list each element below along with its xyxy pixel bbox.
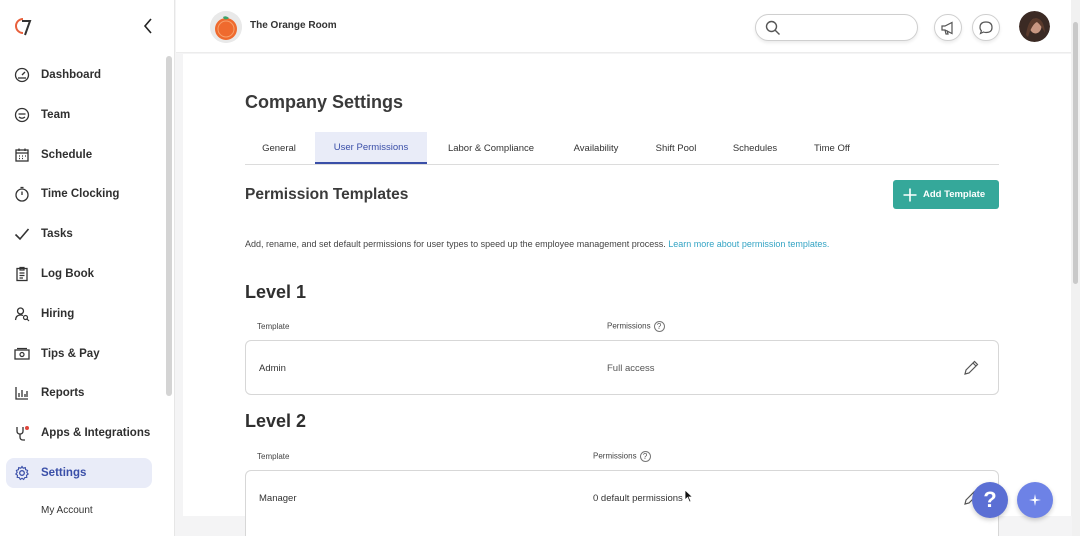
chevron-left-icon[interactable] [140,16,156,36]
edit-pencil-icon[interactable] [962,359,980,377]
stopwatch-icon [14,186,30,203]
help-icon[interactable]: ? [639,451,651,462]
template-row-admin[interactable]: Admin Full access [245,340,999,395]
tab-time-off[interactable]: Time Off [799,132,865,164]
template-name: Manager [259,493,297,504]
tab-user-permissions[interactable]: User Permissions [315,132,427,164]
page-title: Company Settings [245,92,404,112]
main-content [183,54,1079,516]
column-header-template: Template [257,452,290,461]
template-name: Admin [259,363,286,374]
tab-general[interactable]: General [245,132,313,164]
org-name[interactable]: The Orange Room [250,20,337,31]
money-icon [14,346,30,362]
tab-schedules[interactable]: Schedules [717,132,793,164]
sidebar-item-schedule[interactable]: Schedule [6,140,152,170]
plus-icon [903,188,917,201]
column-header-permissions-label: Permissions [593,451,637,461]
description-text: Add, rename, and set default permissions… [245,239,666,249]
messages-button[interactable] [972,14,1000,41]
add-template-button[interactable]: Add Template [893,180,999,209]
sidebar-item-log-book[interactable]: Log Book [6,259,152,289]
bottom-fade [176,516,1072,536]
help-button-label: ? [983,487,997,512]
sidebar-item-time-clocking[interactable]: Time Clocking [6,179,152,209]
column-header-permissions-label: Permissions [607,321,651,331]
sidebar: Dashboard Team Schedule Time Clocking Ta… [0,0,175,536]
user-avatar[interactable] [1019,11,1050,42]
user-photo-icon [1019,11,1050,42]
sidebar-scrollbar[interactable] [166,56,172,396]
logo-icon[interactable] [14,16,34,38]
sidebar-item-label: Dashboard [41,69,102,81]
sidebar-item-label: Tasks [41,228,73,241]
column-header-permissions: Permissions? [607,321,665,332]
sparkle-icon [1029,494,1041,506]
app-root: Dashboard Team Schedule Time Clocking Ta… [0,0,1080,536]
tab-shift-pool[interactable]: Shift Pool [641,132,711,164]
sidebar-item-apps-integrations[interactable]: Apps & Integrations [6,418,152,448]
dashboard-icon [14,67,30,83]
template-permissions: Full access [607,363,655,374]
megaphone-icon [941,21,953,35]
section-description: Add, rename, and set default permissions… [245,239,829,249]
tab-availability[interactable]: Availability [557,132,635,164]
sidebar-item-tasks[interactable]: Tasks [6,219,152,249]
column-header-template: Template [257,322,290,331]
sidebar-item-label: Log Book [41,267,95,280]
plug-icon [14,425,30,441]
person-search-icon [14,306,30,322]
page-scrollbar[interactable] [1071,0,1080,536]
sidebar-item-label: Time Clocking [41,188,120,201]
help-icon[interactable]: ? [653,321,665,332]
row-card-continuation [245,516,999,536]
sidebar-nav: Dashboard Team Schedule Time Clocking Ta… [6,60,152,498]
search-input[interactable] [788,19,910,36]
sidebar-item-label: Hiring [41,307,75,320]
add-template-label: Add Template [923,189,986,200]
settings-tabs: General User Permissions Labor & Complia… [245,132,999,165]
topbar: The Orange Room [176,0,1080,53]
checkmark-icon [14,226,30,242]
sidebar-item-label: Settings [41,466,87,479]
sidebar-item-label: Tips & Pay [41,347,100,360]
smiley-icon [14,107,30,123]
announcements-button[interactable] [934,14,962,41]
sidebar-item-reports[interactable]: Reports [6,378,152,408]
clipboard-icon [14,266,30,282]
sidebar-subitem-my-account[interactable]: My Account [41,505,93,516]
sidebar-item-dashboard[interactable]: Dashboard [6,60,152,90]
sidebar-item-label: Schedule [41,148,93,161]
search-box[interactable] [755,14,918,41]
calendar-icon [14,147,30,163]
template-permissions: 0 default permissions [593,493,683,504]
section-title: Permission Templates [245,186,409,203]
search-icon [765,20,780,35]
org-avatar[interactable] [210,11,242,43]
orange-logo-icon [210,11,242,43]
sidebar-item-settings[interactable]: Settings [6,457,152,488]
gear-icon [14,465,30,481]
help-button[interactable]: ? [972,482,1008,518]
sidebar-item-tips-pay[interactable]: Tips & Pay [6,339,152,369]
sidebar-item-label: Apps & Integrations [41,427,151,440]
assistant-button[interactable] [1017,482,1053,518]
sidebar-item-team[interactable]: Team [6,100,152,130]
level-2-title: Level 2 [245,411,307,431]
bar-chart-icon [14,385,30,401]
sidebar-item-hiring[interactable]: Hiring [6,299,152,329]
learn-more-link[interactable]: Learn more about permission templates. [668,239,829,249]
sidebar-item-label: Team [41,108,71,121]
level-1-title: Level 1 [245,282,307,302]
page-scrollbar-thumb[interactable] [1073,22,1078,284]
tab-labor-compliance[interactable]: Labor & Compliance [431,132,551,164]
mouse-cursor-icon [684,489,694,503]
sidebar-item-label: Reports [41,387,85,400]
chat-bubble-icon [979,20,993,35]
column-header-permissions: Permissions? [593,451,651,462]
